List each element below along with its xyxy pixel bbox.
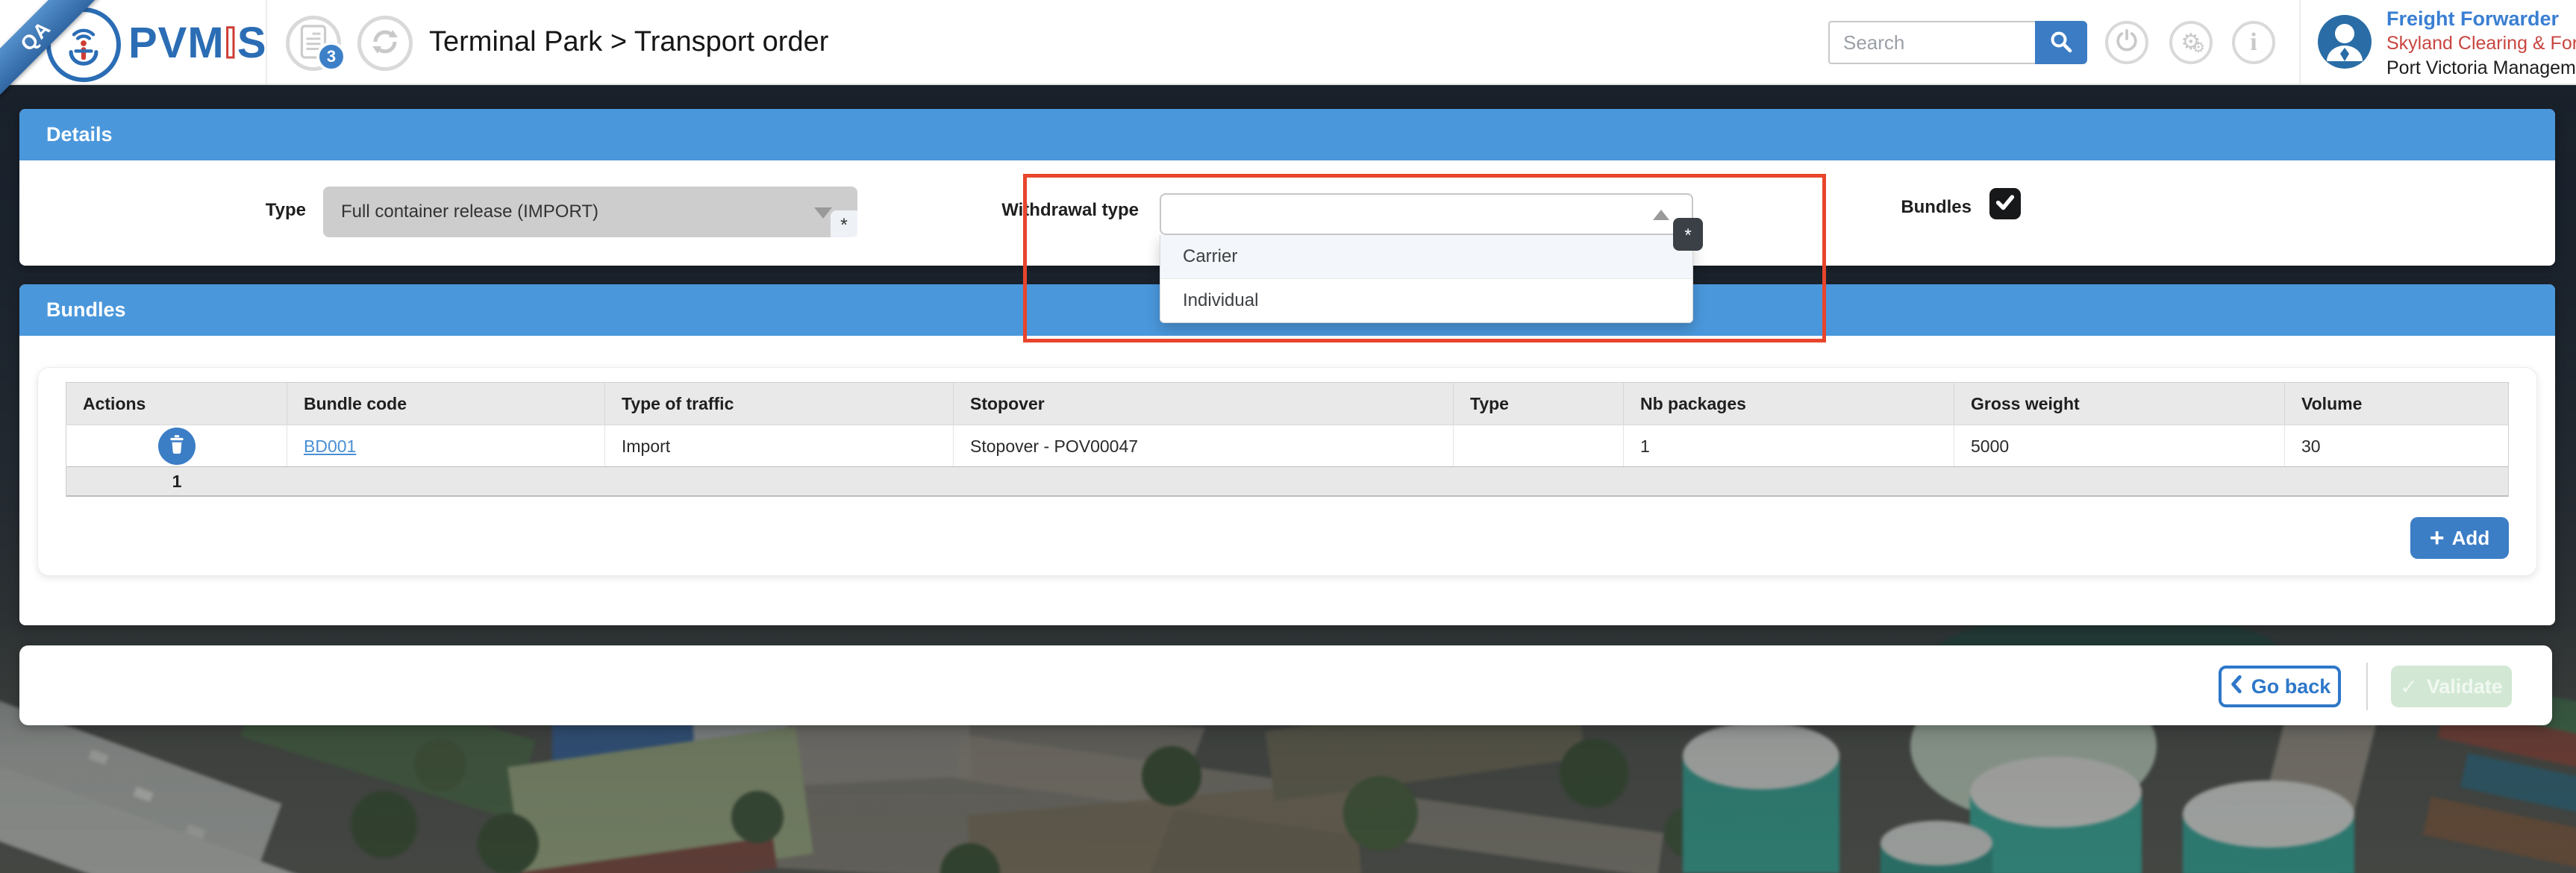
withdrawal-type-select[interactable]: [1160, 193, 1693, 235]
anchor-logo-icon: [64, 21, 103, 69]
caret-up-icon: [1653, 210, 1669, 220]
header-divider: [266, 0, 267, 84]
info-button[interactable]: i: [2232, 21, 2275, 64]
table-header-row: Actions Bundle code Type of traffic Stop…: [66, 383, 2508, 425]
bundles-table: Actions Bundle code Type of traffic Stop…: [66, 382, 2509, 497]
settings-button[interactable]: ⚙ ⚙: [2169, 21, 2213, 64]
gear-small-icon: ⚙: [2192, 40, 2205, 55]
type-select[interactable]: Full container release (IMPORT) *: [323, 187, 857, 237]
details-section-header: Details: [19, 109, 2555, 160]
validate-label: Validate: [2427, 675, 2503, 698]
header-divider-right: [2299, 0, 2301, 84]
dropdown-option-carrier[interactable]: Carrier: [1160, 235, 1692, 279]
check-icon: [1994, 191, 2016, 217]
refresh-button[interactable]: [357, 16, 413, 71]
app-root: QA PVMIS: [0, 0, 2576, 873]
caret-down-icon: [814, 207, 832, 219]
row-type-of-traffic-cell: Import: [605, 425, 954, 466]
row-actions-cell: [66, 425, 287, 466]
app-logo-text: PVMIS: [128, 18, 267, 68]
withdrawal-type-label: Withdrawal type: [997, 200, 1139, 221]
validate-check-icon: ✓: [2400, 675, 2417, 699]
add-bundle-button[interactable]: + Add: [2410, 517, 2509, 559]
chevron-left-icon: [2229, 675, 2244, 699]
trash-icon: [167, 434, 187, 457]
refresh-icon: [370, 27, 400, 60]
col-header-volume: Volume: [2285, 383, 2508, 425]
col-header-actions: Actions: [66, 383, 287, 425]
table-footer-row: 1: [66, 466, 2508, 496]
user-company: Skyland Clearing & Forw: [2386, 31, 2576, 56]
person-icon: [2318, 13, 2372, 71]
logout-button[interactable]: [2105, 21, 2148, 64]
delete-bundle-button[interactable]: [158, 428, 196, 465]
type-label: Type: [209, 200, 306, 221]
bottom-action-bar: [19, 645, 2552, 725]
col-header-gross-weight: Gross weight: [1954, 383, 2285, 425]
go-back-label: Go back: [2251, 675, 2331, 698]
required-marker-dark: *: [1673, 218, 1703, 251]
row-nb-packages-cell: 1: [1624, 425, 1954, 466]
page-title: Terminal Park > Transport order: [429, 0, 828, 84]
add-button-label: Add: [2452, 527, 2490, 550]
col-header-type-of-traffic: Type of traffic: [605, 383, 954, 425]
withdrawal-type-dropdown: Carrier Individual: [1160, 235, 1693, 323]
dropdown-option-individual[interactable]: Individual: [1160, 279, 1692, 322]
row-stopover-cell: Stopover - POV00047: [954, 425, 1454, 466]
action-bar-divider: [2366, 663, 2368, 710]
go-back-button[interactable]: Go back: [2219, 666, 2341, 707]
row-volume-cell: 30: [2285, 425, 2508, 466]
user-role: Freight Forwarder: [2386, 6, 2576, 31]
bundles-label: Bundles: [1873, 197, 1972, 218]
user-organization: Port Victoria Managem: [2386, 56, 2576, 81]
search-icon: [2049, 30, 2073, 56]
power-icon: [2114, 28, 2139, 57]
col-header-nb-packages: Nb packages: [1624, 383, 1954, 425]
plus-icon: +: [2430, 525, 2445, 551]
app-header: QA PVMIS: [0, 0, 2576, 85]
user-avatar[interactable]: [2318, 15, 2372, 69]
col-header-type: Type: [1454, 383, 1624, 425]
table-row: BD001 Import Stopover - POV00047 1 5000 …: [66, 425, 2508, 466]
row-bundle-code-cell: BD001: [287, 425, 605, 466]
validate-button[interactable]: ✓ Validate: [2391, 666, 2512, 707]
type-select-value: Full container release (IMPORT): [323, 187, 857, 237]
bundle-code-link[interactable]: BD001: [304, 436, 356, 456]
col-header-bundle-code: Bundle code: [287, 383, 605, 425]
notification-badge: 3: [316, 42, 346, 72]
user-info[interactable]: Freight Forwarder Skyland Clearing & For…: [2386, 6, 2576, 81]
search-input[interactable]: [1828, 21, 2035, 64]
row-type-cell: [1454, 425, 1624, 466]
info-icon: i: [2250, 28, 2257, 57]
row-count: 1: [66, 472, 287, 492]
search-button[interactable]: [2035, 21, 2087, 64]
col-header-stopover: Stopover: [954, 383, 1454, 425]
row-gross-weight-cell: 5000: [1954, 425, 2285, 466]
orders-button[interactable]: 3: [286, 16, 341, 71]
bundles-checkbox[interactable]: [1989, 188, 2021, 219]
required-marker: *: [831, 210, 857, 237]
